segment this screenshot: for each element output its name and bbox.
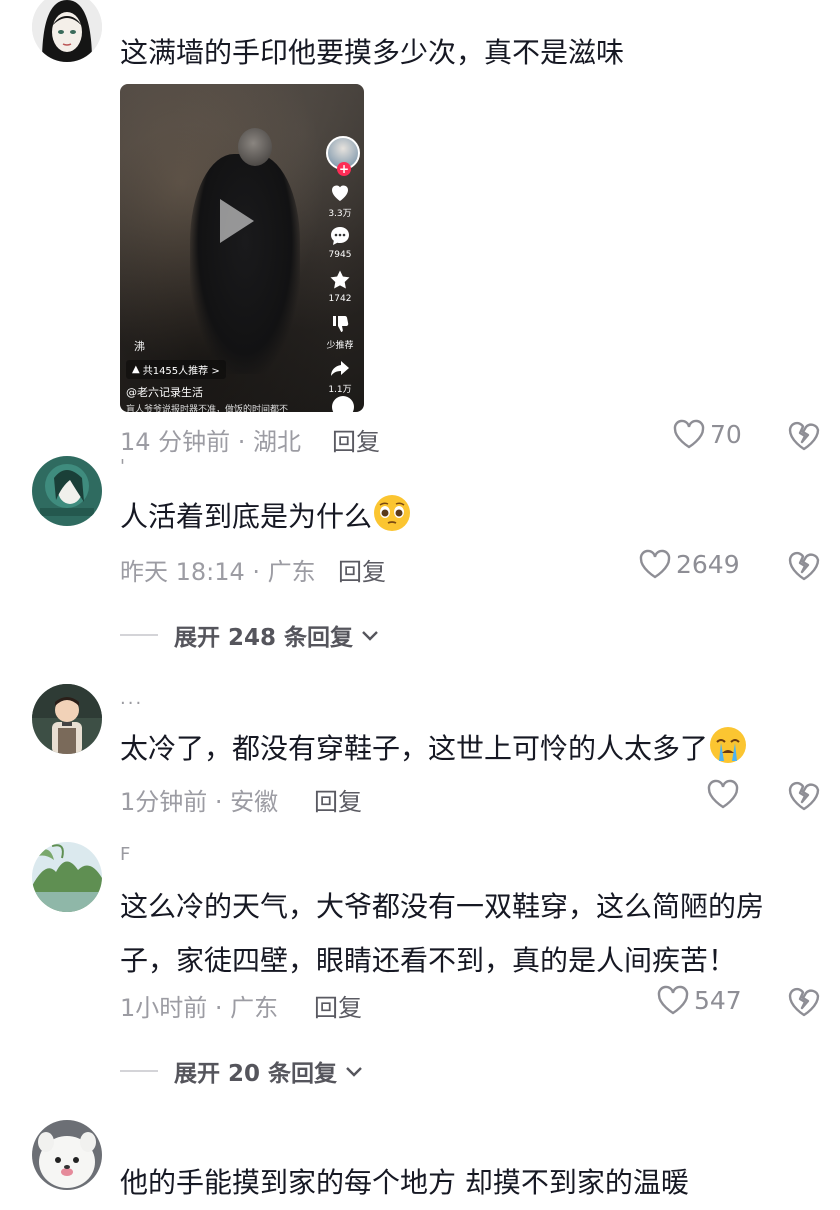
avatar[interactable] (32, 0, 102, 62)
heart-icon (332, 185, 348, 201)
video-favorite-count: 1742 (328, 294, 352, 304)
reply-button[interactable]: 回复 (314, 782, 362, 817)
comment-text: 这么冷的天气，大爷都没有一双鞋穿，这么简陋的房子，家徒四壁，眼睛还看不到，真的是… (120, 890, 765, 977)
comment-icon (331, 227, 349, 245)
video-overlay-text: 沸 (134, 340, 145, 353)
heart-outline-icon (673, 419, 705, 449)
expand-divider (120, 634, 158, 636)
recommend-tag-label: 共1455人推荐 > (142, 366, 220, 377)
comment-text: 人活着到底是为什么 (120, 500, 373, 533)
expand-divider (120, 1070, 158, 1072)
chevron-down-icon (362, 631, 378, 641)
reply-button[interactable]: 回复 (314, 988, 362, 1023)
heart-outline-icon (657, 985, 689, 1015)
broken-heart-icon[interactable] (786, 984, 822, 1018)
like-count: 547 (694, 985, 742, 1015)
reply-button[interactable]: 回复 (338, 552, 386, 587)
avatar[interactable] (32, 1120, 102, 1190)
avatar[interactable] (32, 684, 102, 754)
expand-replies-button[interactable]: 展开 20 条回复 (120, 1054, 365, 1088)
follow-plus-icon[interactable]: + (337, 162, 351, 176)
chevron-down-icon (346, 1067, 362, 1077)
comment-meta: 1分钟前 · 安徽 (120, 788, 279, 816)
comment-text: 太冷了，都没有穿鞋子，这世上可怜的人太多了 (120, 732, 709, 765)
expand-replies-label: 展开 248 条回复 (174, 625, 354, 651)
video-share[interactable]: 1.1万 (320, 356, 360, 395)
expand-replies-button[interactable]: 展开 248 条回复 (120, 618, 381, 652)
video-dislike-label: 少推荐 (326, 341, 354, 351)
thumbs-down-icon (333, 316, 349, 332)
like-count: 2649 (676, 549, 740, 579)
video-figure (190, 154, 300, 374)
broken-heart-icon[interactable] (786, 548, 822, 582)
broken-heart-icon[interactable] (786, 418, 822, 452)
video-music-disc (332, 396, 354, 412)
avatar[interactable] (32, 842, 102, 912)
username[interactable]: F (120, 844, 132, 865)
comment-text-row: 太冷了，都没有穿鞋子，这世上可怜的人太多了 (120, 722, 810, 776)
comment-meta: 昨天 18:14 · 广东 (120, 558, 316, 586)
recommend-tag[interactable]: ▲ 共1455人推荐 > (126, 360, 226, 379)
comment-meta: 1小时前 · 广东 (120, 994, 279, 1022)
video-like-count: 3.3万 (328, 209, 352, 219)
like-button[interactable]: 547 (656, 984, 742, 1016)
comment-meta: 14 分钟前 · 湖北 (120, 428, 302, 456)
video-comment-count: 7945 (328, 250, 352, 260)
video-share-count: 1.1万 (328, 385, 352, 395)
heart-outline-icon (707, 779, 739, 809)
like-button[interactable]: 2649 (638, 548, 740, 580)
like-button[interactable] (706, 778, 744, 810)
username[interactable]: ... (120, 688, 143, 709)
thumbs-up-icon: ▲ (132, 364, 140, 375)
like-button[interactable]: 70 (672, 418, 742, 450)
video-comment[interactable]: 7945 (320, 224, 360, 260)
expand-replies-label: 展开 20 条回复 (174, 1061, 338, 1087)
comment-text: 这满墙的手印他要摸多少次，真不是滋味 (120, 36, 625, 69)
star-icon (330, 270, 350, 289)
play-icon[interactable] (220, 199, 254, 243)
like-count: 70 (710, 419, 742, 449)
video-description: 盲人爷爷说报时器不准，做饭的时间都不 (126, 405, 289, 412)
video-figure-head (238, 128, 272, 166)
broken-heart-icon[interactable] (786, 778, 822, 812)
video-dislike[interactable]: 少推荐 (320, 312, 360, 351)
heart-outline-icon (639, 549, 671, 579)
username[interactable]: ' (120, 456, 127, 477)
video-card[interactable]: + 3.3万 7945 1742 少推荐 1.1万 沸 ▲ 共1455人推荐 >… (120, 84, 364, 412)
video-author[interactable]: @老六记录生活 (126, 384, 203, 400)
share-icon (331, 361, 349, 376)
crying-face-icon (710, 727, 747, 763)
reply-button[interactable]: 回复 (332, 422, 380, 457)
comment-text-row: 人活着到底是为什么 (120, 490, 810, 544)
pleading-face-icon (374, 495, 411, 531)
video-like[interactable]: 3.3万 (320, 180, 360, 219)
avatar[interactable] (32, 456, 102, 526)
comment-text: 他的手能摸到家的每个地方 却摸不到家的温暖 (120, 1166, 689, 1199)
video-favorite[interactable]: 1742 (320, 268, 360, 304)
